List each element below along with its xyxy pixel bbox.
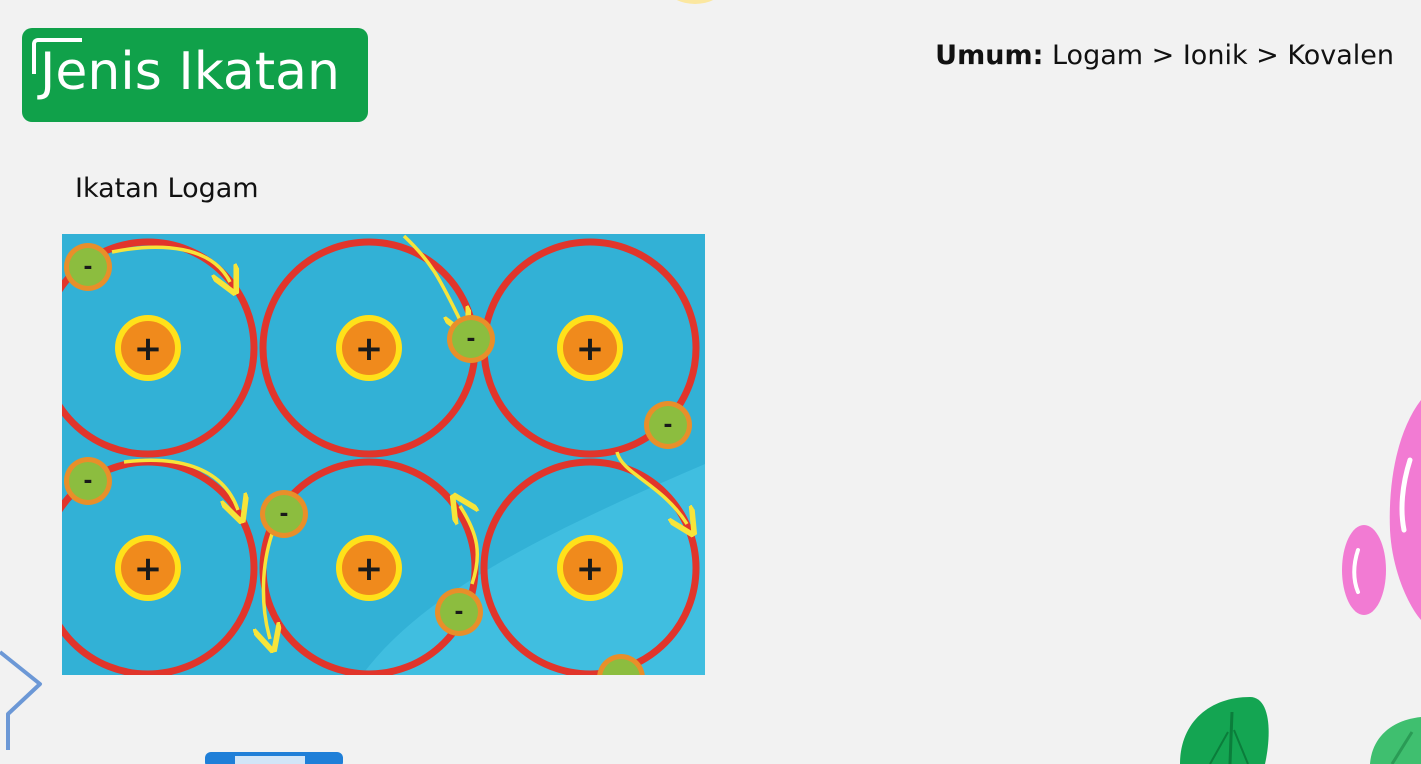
- electron-sign: -: [83, 255, 92, 280]
- electron-sign: -: [83, 469, 92, 494]
- cation: +: [336, 315, 402, 381]
- section-title: Ikatan Logam: [75, 173, 259, 204]
- electron: -: [64, 457, 112, 505]
- electron-sign: -: [663, 413, 672, 438]
- electron-sign: -: [279, 502, 288, 527]
- cation-sign: +: [355, 329, 384, 369]
- leaf-decoration: [1180, 697, 1269, 764]
- electron: -: [260, 490, 308, 538]
- electron: -: [644, 401, 692, 449]
- cation-sign: +: [134, 329, 163, 369]
- title-bracket-decoration: [32, 38, 82, 74]
- electron-sign: -: [616, 666, 625, 675]
- bottom-blue-tab-decoration: [205, 752, 343, 764]
- electron-sign: -: [454, 600, 463, 625]
- bond-strength-rule: Umum: Logam > Ionik > Kovalen: [935, 40, 1394, 71]
- electron: -: [64, 243, 112, 291]
- metallic-bond-diagram: + + + + + + - - - - - - -: [62, 234, 705, 675]
- left-arrow-decoration: [0, 650, 42, 750]
- electron: -: [435, 588, 483, 636]
- electron: -: [447, 315, 495, 363]
- rule-label: Umum:: [935, 40, 1044, 71]
- cation: +: [115, 315, 181, 381]
- electron-sign: -: [466, 327, 475, 352]
- leaf-corner-decoration: [1370, 717, 1421, 764]
- cation-sign: +: [576, 549, 605, 589]
- cation: +: [115, 535, 181, 601]
- cation-sign: +: [576, 329, 605, 369]
- slide-title-box: Jenis Ikatan: [22, 28, 368, 122]
- cation: +: [336, 535, 402, 601]
- rule-value: Logam > Ionik > Kovalen: [1051, 40, 1394, 71]
- slide-title: Jenis Ikatan: [40, 42, 340, 102]
- top-sun-decoration: [676, 0, 714, 4]
- cation: +: [557, 315, 623, 381]
- metallic-bond-illustration: + + + + + + - - - - - - -: [62, 234, 705, 675]
- pink-drop-decoration: [1342, 400, 1421, 620]
- cation: +: [557, 535, 623, 601]
- cation-sign: +: [355, 549, 384, 589]
- cation-sign: +: [134, 549, 163, 589]
